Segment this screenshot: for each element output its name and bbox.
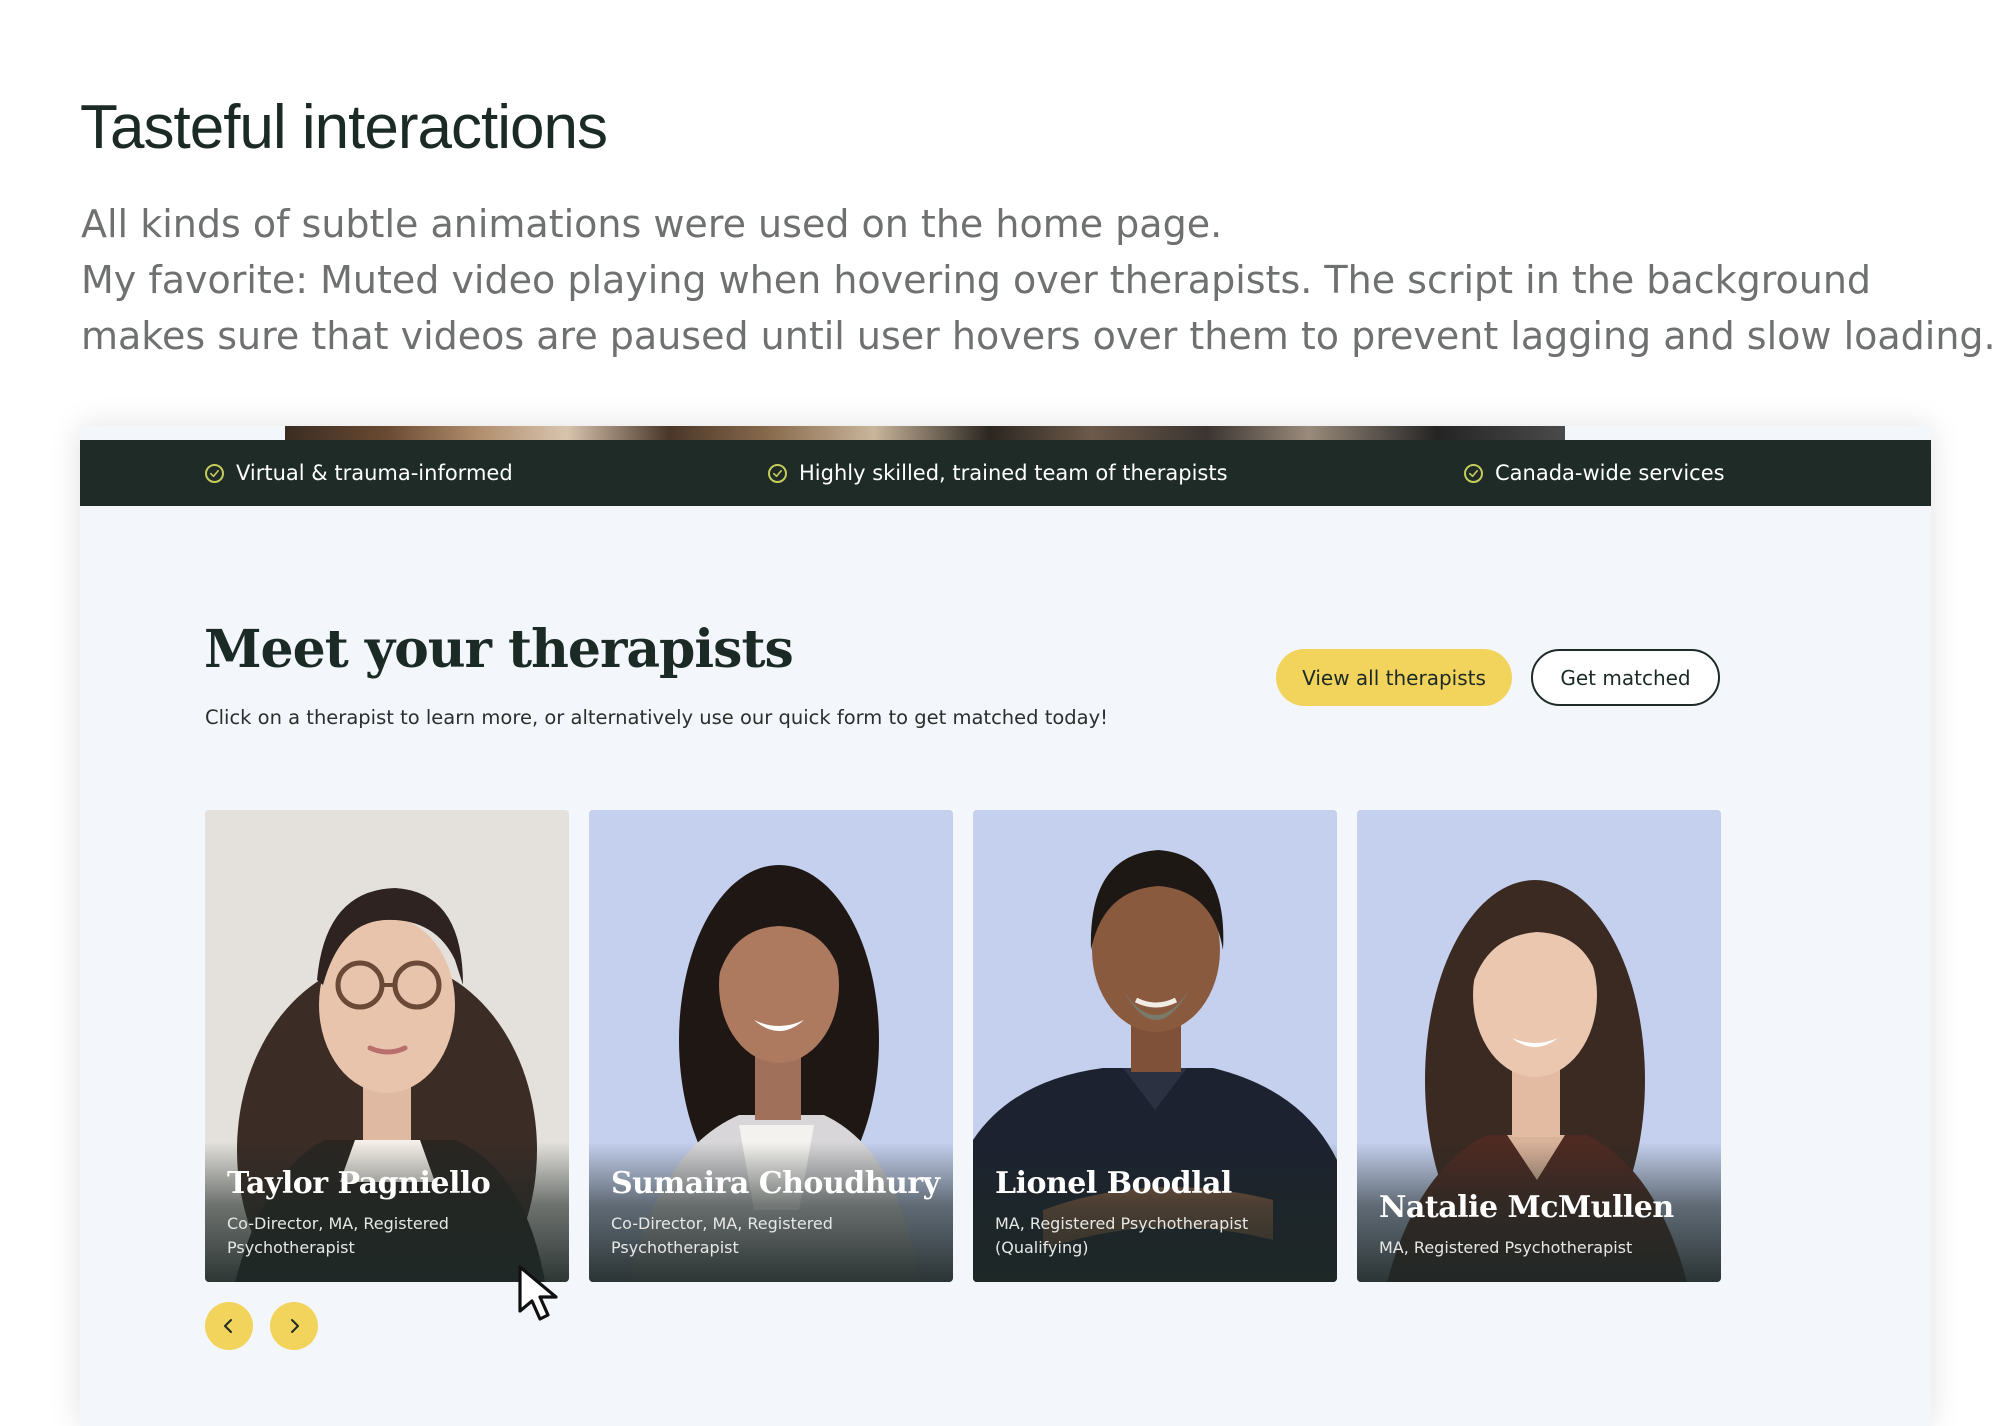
check-circle-icon bbox=[205, 463, 224, 483]
description-line: My favorite: Muted video playing when ho… bbox=[81, 258, 1872, 302]
chevron-right-icon bbox=[291, 1319, 299, 1333]
therapist-role: MA, Registered Psychotherapist bbox=[1379, 1238, 1633, 1257]
mouse-pointer-icon bbox=[518, 1265, 558, 1321]
website-screenshot-frame: Virtual & trauma-informed Highly skilled… bbox=[80, 426, 1931, 1426]
therapist-card-taylor-pagniello[interactable]: Taylor Pagniello Co-Director, MA, Regist… bbox=[205, 810, 569, 1282]
trust-item-label: Canada-wide services bbox=[1495, 461, 1725, 485]
carousel-next-button[interactable] bbox=[270, 1302, 318, 1350]
section-title: Meet your therapists bbox=[204, 619, 794, 680]
therapist-role: MA, Registered Psychotherapist (Qualifyi… bbox=[995, 1214, 1249, 1257]
trust-item-label: Virtual & trauma-informed bbox=[236, 461, 513, 485]
trust-item-label: Highly skilled, trained team of therapis… bbox=[799, 461, 1228, 485]
therapist-role: Co-Director, MA, Registered Psychotherap… bbox=[611, 1214, 833, 1257]
therapist-name: Natalie McMullen bbox=[1379, 1190, 1674, 1225]
check-circle-icon bbox=[768, 463, 787, 483]
therapist-card-sumaira-choudhury[interactable]: Sumaira Choudhury Co-Director, MA, Regis… bbox=[589, 810, 953, 1282]
chevron-left-icon bbox=[224, 1319, 232, 1333]
get-matched-button[interactable]: Get matched bbox=[1531, 649, 1720, 706]
trust-item: Canada-wide services bbox=[1464, 440, 1725, 506]
therapist-name: Taylor Pagniello bbox=[227, 1166, 491, 1201]
trust-item: Highly skilled, trained team of therapis… bbox=[768, 440, 1228, 506]
hero-image-strip bbox=[285, 426, 1565, 440]
therapist-role: Co-Director, MA, Registered Psychotherap… bbox=[227, 1214, 449, 1257]
description-line: All kinds of subtle animations were used… bbox=[81, 202, 1223, 246]
trust-bar: Virtual & trauma-informed Highly skilled… bbox=[80, 440, 1931, 506]
description: All kinds of subtle animations were used… bbox=[81, 196, 1996, 364]
therapist-name: Lionel Boodlal bbox=[995, 1166, 1232, 1201]
therapist-card-lionel-boodlal[interactable]: Lionel Boodlal MA, Registered Psychother… bbox=[973, 810, 1337, 1282]
section-subtitle: Click on a therapist to learn more, or a… bbox=[205, 706, 1108, 729]
therapist-name: Sumaira Choudhury bbox=[611, 1166, 940, 1201]
page-heading: Tasteful interactions bbox=[80, 93, 608, 162]
therapist-card-natalie-mcmullen[interactable]: Natalie McMullen MA, Registered Psychoth… bbox=[1357, 810, 1721, 1282]
trust-item: Virtual & trauma-informed bbox=[205, 440, 513, 506]
carousel-prev-button[interactable] bbox=[205, 1302, 253, 1350]
check-circle-icon bbox=[1464, 463, 1483, 483]
view-all-therapists-button[interactable]: View all therapists bbox=[1276, 649, 1512, 706]
description-line: makes sure that videos are paused until … bbox=[81, 314, 1996, 358]
